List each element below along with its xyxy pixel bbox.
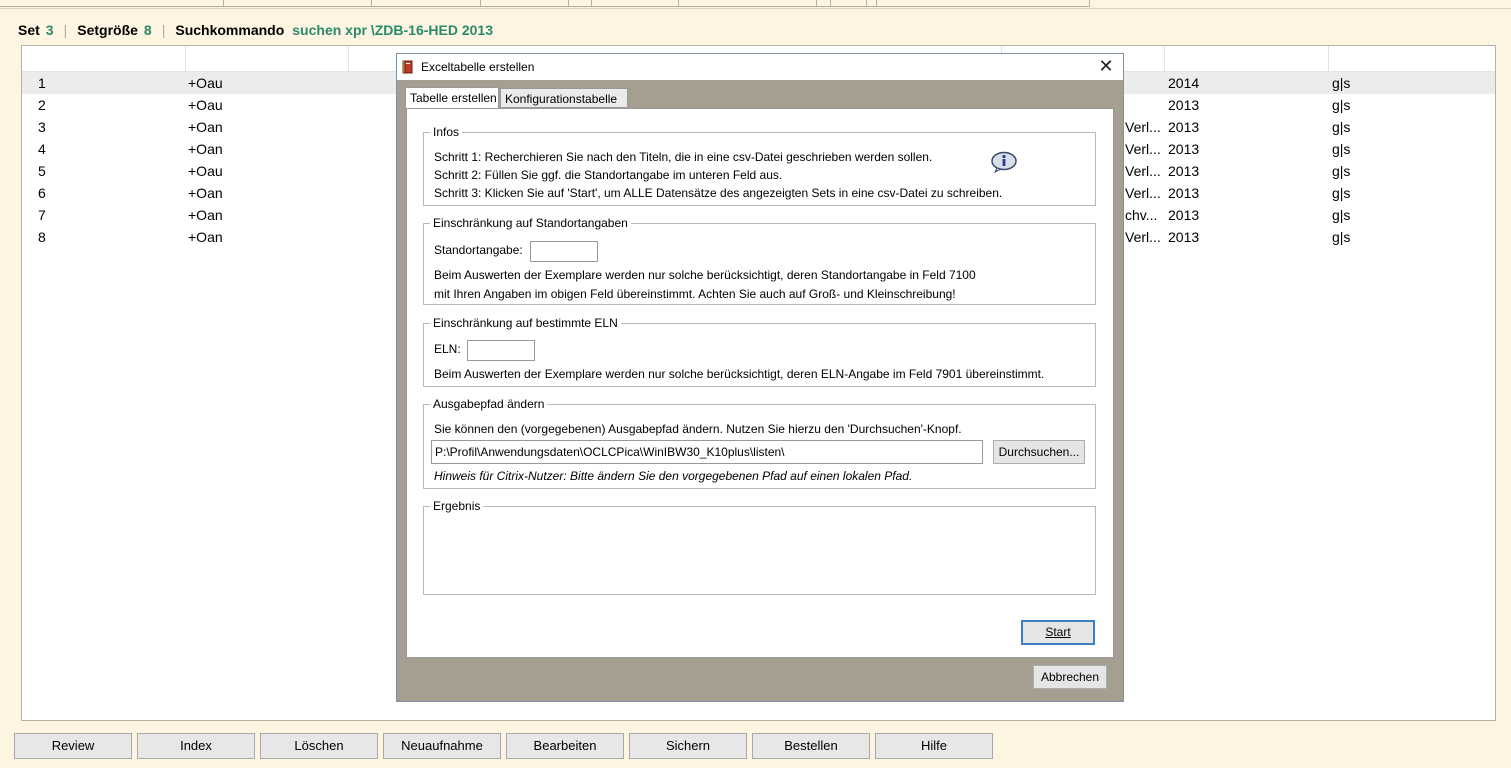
output-path-input[interactable]: P:\Profil\Anwendungsdaten\OCLCPica\WinIB… [431, 440, 983, 464]
result-group: Ergebnis [423, 499, 1096, 595]
set-value: 3 [45, 22, 54, 38]
start-button-label: Start [1045, 625, 1071, 639]
cell-num: 6 [38, 185, 46, 201]
cell-year: 2013 [1168, 185, 1200, 201]
cell-code: +Oan [188, 229, 223, 245]
location-input[interactable] [530, 241, 598, 262]
cell-year: 2013 [1168, 163, 1200, 179]
cell-code: +Oan [188, 141, 223, 157]
edit-button[interactable]: Bearbeiten [506, 733, 624, 759]
cell-num: 5 [38, 163, 46, 179]
step3-text: Schritt 3: Klicken Sie auf 'Start', um A… [434, 186, 1003, 200]
set-label: Set [18, 22, 40, 38]
cell-code: +Oau [188, 97, 223, 113]
search-command-label: Suchkommando [175, 22, 285, 38]
eln-legend: Einschränkung auf bestimmte ELN [430, 316, 621, 330]
cell-num: 4 [38, 141, 46, 157]
output-path-group: Ausgabepfad ändern Sie können den (vorge… [423, 397, 1096, 489]
cell-year: 2013 [1168, 207, 1200, 223]
cell-flag: g|s [1332, 97, 1351, 113]
cell-year: 2013 [1168, 229, 1200, 245]
dialog-title: Exceltabelle erstellen [421, 60, 535, 74]
cell-pub: Verl... [1125, 229, 1161, 245]
cell-num: 8 [38, 229, 46, 245]
cell-code: +Oan [188, 119, 223, 135]
location-restriction-group: Einschränkung auf Standortangaben Stando… [423, 216, 1096, 305]
order-button[interactable]: Bestellen [752, 733, 870, 759]
index-button[interactable]: Index [137, 733, 255, 759]
cell-num: 1 [38, 75, 46, 91]
tab-panel: Infos Schritt 1: Recherchieren Sie nach … [406, 108, 1114, 658]
result-legend: Ergebnis [430, 499, 484, 513]
eln-label: ELN: [434, 342, 461, 356]
cell-code: +Oan [188, 185, 223, 201]
cell-pub: Verl... [1125, 141, 1161, 157]
location-label: Standortangabe: [434, 243, 523, 257]
browse-button[interactable]: Durchsuchen... [993, 440, 1085, 464]
cell-flag: g|s [1332, 141, 1351, 157]
start-button[interactable]: Start [1021, 620, 1095, 645]
info-icon [991, 151, 1017, 173]
infos-group: Infos Schritt 1: Recherchieren Sie nach … [423, 125, 1096, 206]
set-size-value: 8 [143, 22, 152, 38]
save-button[interactable]: Sichern [629, 733, 747, 759]
close-icon[interactable]: ✕ [1097, 57, 1115, 75]
cancel-button[interactable]: Abbrechen [1033, 665, 1107, 689]
cell-pub: Verl... [1125, 119, 1161, 135]
review-button[interactable]: Review [14, 733, 132, 759]
tab-create-table[interactable]: Tabelle erstellen [405, 87, 499, 109]
help-button[interactable]: Hilfe [875, 733, 993, 759]
book-icon [402, 60, 413, 74]
cell-pub: Verl... [1125, 185, 1161, 201]
cell-code: +Oau [188, 163, 223, 179]
location-text2: mit Ihren Angaben im obigen Feld überein… [434, 287, 956, 301]
cell-year: 2014 [1168, 75, 1200, 91]
delete-button[interactable]: Löschen [260, 733, 378, 759]
infos-legend: Infos [430, 125, 463, 139]
bottom-button-bar: Review Index Löschen Neuaufnahme Bearbei… [0, 726, 1511, 768]
cell-year: 2013 [1168, 97, 1200, 113]
top-strip [0, 0, 1511, 9]
cell-code: +Oau [188, 75, 223, 91]
cell-pub: Verl... [1125, 163, 1161, 179]
eln-text1: Beim Auswerten der Exemplare werden nur … [434, 367, 1045, 381]
tab-configuration-table[interactable]: Konfigurationstabelle [500, 88, 628, 108]
dialog-titlebar[interactable]: Exceltabelle erstellen ✕ [397, 54, 1123, 80]
cell-flag: g|s [1332, 119, 1351, 135]
excel-export-dialog: Exceltabelle erstellen ✕ Tabelle erstell… [396, 53, 1124, 702]
cell-year: 2013 [1168, 141, 1200, 157]
eln-input[interactable] [467, 340, 535, 361]
set-info-bar: Set 3 | Setgröße 8 | Suchkommando suchen xpr \Z… [18, 22, 493, 38]
cell-num: 2 [38, 97, 46, 113]
cell-year: 2013 [1168, 119, 1200, 135]
cell-code: +Oan [188, 207, 223, 223]
cell-flag: g|s [1332, 207, 1351, 223]
output-path-text: Sie können den (vorgegebenen) Ausgabepfa… [434, 422, 962, 436]
citrix-hint: Hinweis für Citrix-Nutzer: Bitte ändern … [434, 469, 913, 483]
cell-flag: g|s [1332, 229, 1351, 245]
output-path-legend: Ausgabepfad ändern [430, 397, 548, 411]
cell-num: 7 [38, 207, 46, 223]
cell-num: 3 [38, 119, 46, 135]
cell-flag: g|s [1332, 185, 1351, 201]
new-record-button[interactable]: Neuaufnahme [383, 733, 501, 759]
cell-pub: chv... [1125, 207, 1158, 223]
eln-restriction-group: Einschränkung auf bestimmte ELN ELN: Bei… [423, 316, 1096, 387]
set-size-label: Setgröße [77, 22, 138, 38]
location-legend: Einschränkung auf Standortangaben [430, 216, 631, 230]
location-text1: Beim Auswerten der Exemplare werden nur … [434, 268, 976, 282]
search-command-value: suchen xpr \ZDB-16-HED 2013 [292, 22, 493, 38]
cell-flag: g|s [1332, 75, 1351, 91]
step1-text: Schritt 1: Recherchieren Sie nach den Ti… [434, 150, 933, 164]
step2-text: Schritt 2: Füllen Sie ggf. die Standorta… [434, 168, 783, 182]
cell-flag: g|s [1332, 163, 1351, 179]
